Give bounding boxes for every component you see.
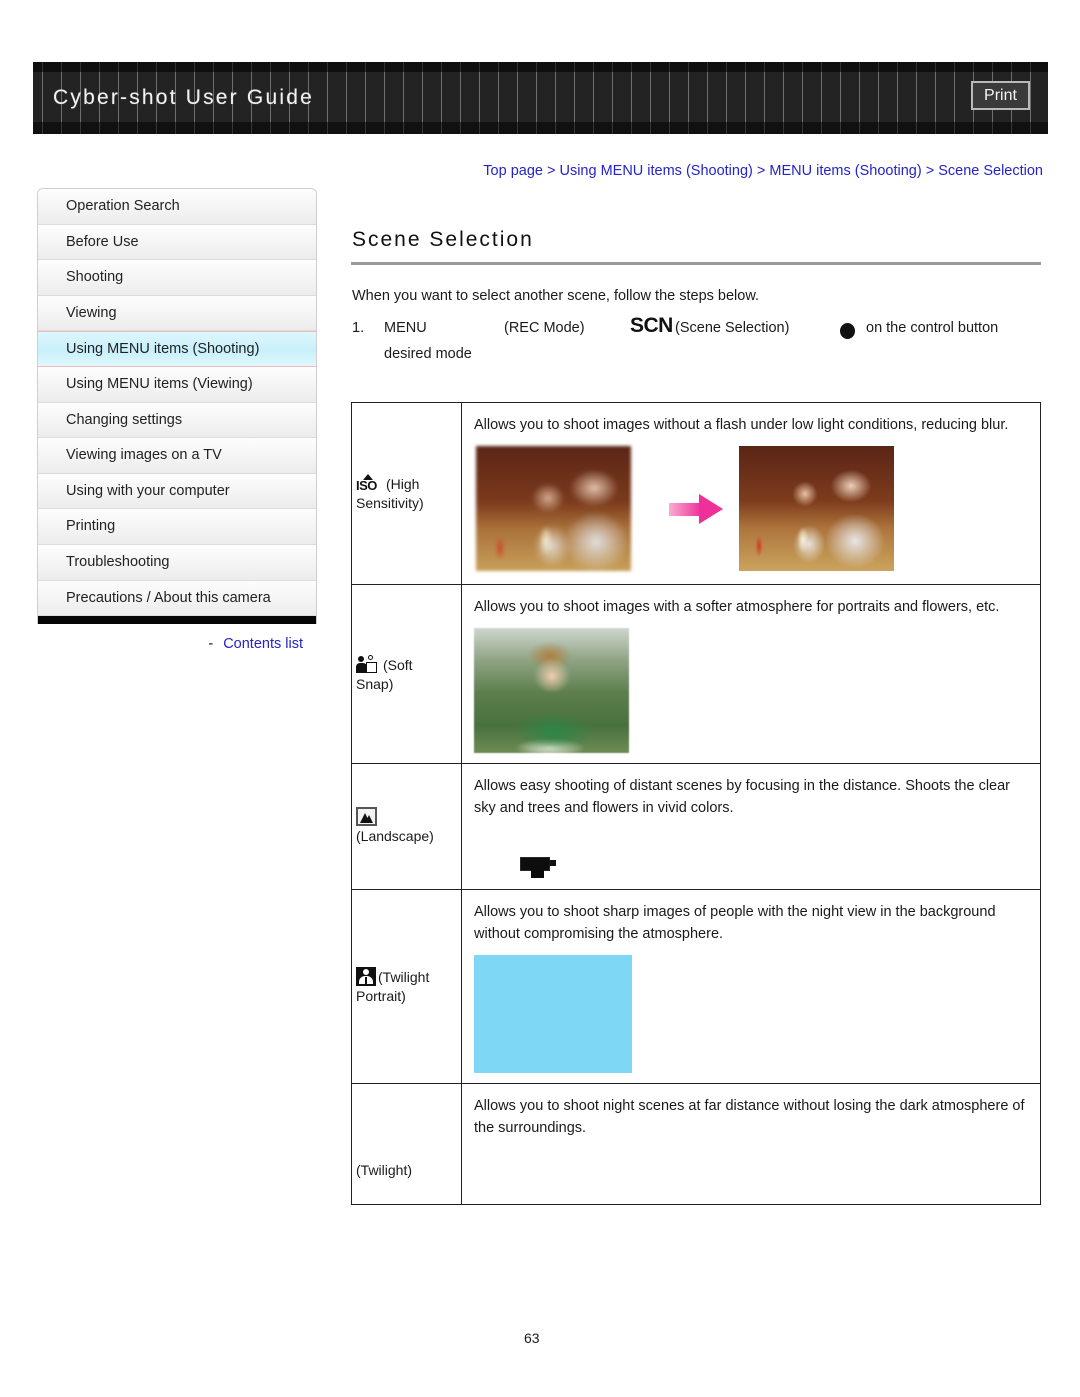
row-icon-cell-soft-snap: (Soft Snap): [351, 584, 462, 764]
row-icon-cell-twilight-portrait: (Twilight Portrait): [351, 889, 462, 1084]
photo-blurred-dinner: [476, 446, 631, 571]
row-icon-label-2: (Landscape): [356, 828, 434, 844]
table-row: (Twilight Portrait) Allows you to shoot …: [351, 889, 1041, 1084]
contents-list-link[interactable]: - Contents list: [37, 636, 317, 652]
step-desired-mode-label: desired mode: [384, 346, 472, 362]
step-control-button-label: on the control button: [866, 320, 999, 336]
row-icon-cell-high-sensitivity: ISO (High Sensitivity): [351, 402, 462, 585]
page-title: Scene Selection: [352, 228, 534, 251]
row-icon-cell-landscape: (Landscape): [351, 763, 462, 890]
sidebar-item-using-menu-items-viewing[interactable]: Using MENU items (Viewing): [38, 366, 316, 403]
row-description: Allows you to shoot images without a fla…: [474, 417, 1009, 433]
iso-high-sensitivity-icon: ISO: [356, 474, 384, 493]
landscape-icon: [356, 807, 377, 826]
row-description: Allows you to shoot night scenes at far …: [474, 1098, 1025, 1136]
broken-image-placeholder-icon: [520, 857, 556, 879]
sidebar-item-printing[interactable]: Printing: [38, 509, 316, 545]
app-header: Cyber-shot User Guide Print: [33, 62, 1048, 134]
sidebar-item-using-with-your-computer[interactable]: Using with your computer: [38, 473, 316, 510]
step-number: 1.: [352, 320, 365, 336]
row-desc-cell-twilight-portrait: Allows you to shoot sharp images of peop…: [461, 889, 1041, 1084]
step-rec-mode-label: (REC Mode): [504, 320, 585, 336]
sidebar-item-operation-search[interactable]: Operation Search: [38, 189, 316, 225]
photo-sharp-dinner: [739, 446, 894, 571]
row-desc-cell-high-sensitivity: Allows you to shoot images without a fla…: [461, 402, 1041, 585]
row-icon-label-2: Snap): [356, 675, 394, 692]
row-icon-label: (High: [386, 476, 420, 492]
step-instructions: 1. MENU (REC Mode) SCN (Scene Selection)…: [352, 314, 1042, 362]
sidebar-item-troubleshooting[interactable]: Troubleshooting: [38, 544, 316, 581]
row-icon-label: (Twilight: [378, 969, 430, 985]
scn-icon: SCN: [630, 314, 673, 337]
page-number: 63: [524, 1330, 540, 1346]
intro-text: When you want to select another scene, f…: [352, 288, 760, 304]
soft-snap-icon: [356, 654, 381, 674]
print-button[interactable]: Print: [971, 81, 1030, 110]
row-desc-cell-landscape: Allows easy shooting of distant scenes b…: [461, 763, 1041, 890]
row-icon-label-2: Portrait): [356, 988, 406, 1004]
row-desc-cell-soft-snap: Allows you to shoot images with a softer…: [461, 584, 1041, 764]
table-row: (Landscape) Allows easy shooting of dist…: [351, 763, 1041, 890]
sidebar-nav: Operation Search Before Use Shooting Vie…: [37, 188, 317, 625]
twilight-portrait-icon: [356, 967, 376, 986]
row-icon-label: (Soft: [383, 656, 413, 673]
blue-placeholder-block: [474, 955, 632, 1073]
contents-list-label: Contents list: [223, 636, 303, 652]
sidebar-item-using-menu-items-shooting[interactable]: Using MENU items (Shooting): [38, 331, 316, 367]
row-description: Allows you to shoot sharp images of peop…: [474, 904, 996, 942]
row-desc-cell-twilight: Allows you to shoot night scenes at far …: [461, 1083, 1041, 1205]
sidebar-item-shooting[interactable]: Shooting: [38, 260, 316, 296]
sidebar-item-before-use[interactable]: Before Use: [38, 224, 316, 261]
table-row: (Soft Snap) Allows you to shoot images w…: [351, 584, 1041, 764]
pink-arrow-icon: [669, 494, 725, 524]
sidebar-item-viewing[interactable]: Viewing: [38, 295, 316, 332]
sidebar-bottom-bar: [38, 616, 316, 625]
photo-boy-in-grass: [474, 628, 629, 753]
control-button-dot-icon: [840, 323, 855, 339]
app-title: Cyber-shot User Guide: [53, 86, 314, 109]
row-description: Allows easy shooting of distant scenes b…: [474, 778, 1011, 816]
step-menu-label: MENU: [384, 320, 427, 336]
title-divider: [351, 262, 1041, 265]
row-icon-label-2: (Twilight): [356, 1161, 413, 1178]
dash-marker: -: [208, 636, 214, 652]
sidebar-item-precautions-about-this-camera[interactable]: Precautions / About this camera: [38, 580, 316, 617]
row-description: Allows you to shoot images with a softer…: [474, 599, 1000, 615]
sidebar-item-viewing-images-on-a-tv[interactable]: Viewing images on a TV: [38, 438, 316, 474]
row-media-two-photos-with-arrow: [474, 446, 1026, 574]
breadcrumb[interactable]: Top page > Using MENU items (Shooting) >…: [418, 163, 1043, 179]
row-icon-label-2: Sensitivity): [356, 495, 424, 511]
sidebar-item-changing-settings[interactable]: Changing settings: [38, 402, 316, 439]
scene-modes-table: ISO (High Sensitivity) Allows you to sho…: [351, 402, 1041, 1205]
table-row: ISO (High Sensitivity) Allows you to sho…: [351, 402, 1041, 585]
step-scene-selection-label: (Scene Selection): [675, 320, 790, 336]
table-row: (Twilight) Allows you to shoot night sce…: [351, 1083, 1041, 1205]
row-icon-cell-twilight: (Twilight): [351, 1083, 462, 1205]
